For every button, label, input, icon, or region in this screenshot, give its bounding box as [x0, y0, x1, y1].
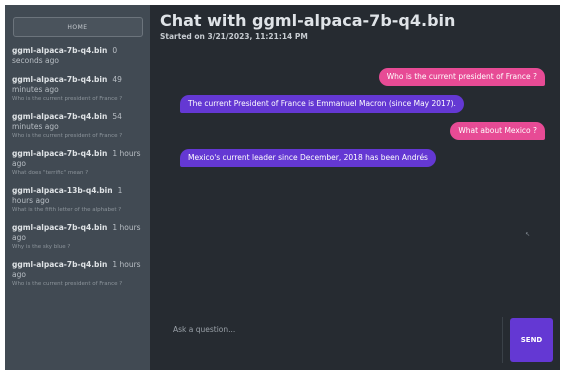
chat-item-preview: What is the fifth letter of the alphabet… [12, 207, 122, 213]
chat-list-item[interactable]: ggml-alpaca-7b-q4.bin 1 hours ago What do… [12, 149, 143, 177]
chat-list-item[interactable]: ggml-alpaca-7b-q4.bin 1 hours ago Who is … [12, 260, 143, 288]
chat-item-preview: What does "terrific" mean ? [12, 170, 89, 176]
question-input[interactable] [167, 320, 502, 367]
chat-list-item[interactable]: ggml-alpaca-7b-q4.bin 0 seconds ago [12, 46, 143, 66]
question-box [167, 317, 503, 367]
assistant-message: The current President of France is Emman… [180, 95, 464, 113]
sidebar: HOME ggml-alpaca-7b-q4.bin 0 seconds ago … [5, 5, 150, 370]
chat-item-preview: Who is the current president of France ? [12, 96, 123, 102]
user-message: What about Mexico ? [450, 122, 545, 140]
chat-panel: Chat with ggml-alpaca-7b-q4.bin Started … [150, 5, 560, 370]
chat-item-model: ggml-alpaca-7b-q4.bin [12, 75, 108, 84]
chat-list-item[interactable]: ggml-alpaca-13b-q4.bin 1 hours ago What i… [12, 186, 143, 214]
send-button[interactable]: SEND [510, 318, 553, 362]
home-button[interactable]: HOME [12, 17, 143, 37]
chat-item-model: ggml-alpaca-7b-q4.bin [12, 223, 108, 232]
chat-item-model: ggml-alpaca-7b-q4.bin [12, 149, 108, 158]
app-window: HOME ggml-alpaca-7b-q4.bin 0 seconds ago … [5, 5, 560, 370]
chat-item-preview: Who is the current president of France ? [12, 133, 123, 139]
chat-item-model: ggml-alpaca-7b-q4.bin [12, 260, 108, 269]
chat-list-item[interactable]: ggml-alpaca-7b-q4.bin 54 minutes ago Who … [12, 112, 143, 140]
assistant-message: Mexico's current leader since December, … [180, 149, 436, 167]
chat-item-model: ggml-alpaca-7b-q4.bin [12, 112, 108, 121]
chat-list-item[interactable]: ggml-alpaca-7b-q4.bin 1 hours ago Why is … [12, 223, 143, 251]
chat-title: Chat with ggml-alpaca-7b-q4.bin [160, 11, 456, 30]
chat-item-model: ggml-alpaca-7b-q4.bin [12, 46, 108, 55]
chat-list-item[interactable]: ggml-alpaca-7b-q4.bin 49 minutes ago Who … [12, 75, 143, 103]
chat-item-model: ggml-alpaca-13b-q4.bin [12, 186, 113, 195]
user-message: Who is the current president of France ? [378, 68, 545, 86]
mouse-cursor-icon: ↖ [525, 231, 531, 238]
chat-item-preview: Why is the sky blue ? [12, 244, 71, 250]
chat-item-preview: Who is the current president of France ? [12, 281, 123, 287]
chat-started-time: Started on 3/21/2023, 11:21:14 PM [160, 32, 308, 41]
